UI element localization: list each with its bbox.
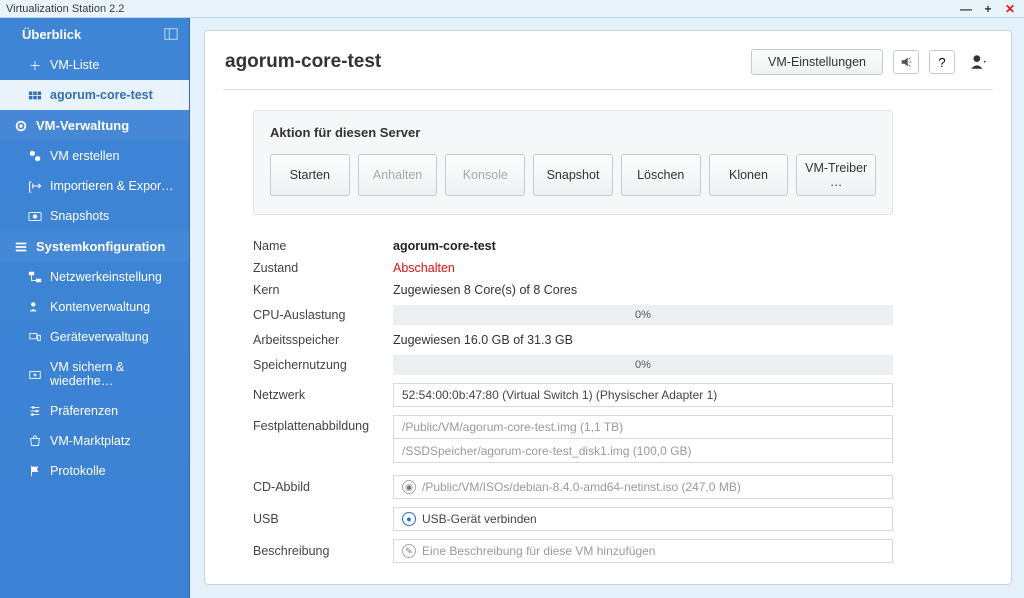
users-icon — [28, 300, 42, 314]
server-actions-panel: Aktion für diesen Server Starten Anhalte… — [253, 110, 893, 215]
help-icon[interactable]: ? — [929, 50, 955, 74]
store-icon — [28, 434, 42, 448]
sidebar-item-network[interactable]: Netzwerkeinstellung — [0, 262, 189, 292]
start-button[interactable]: Starten — [270, 154, 350, 196]
plus-icon: ＋ — [28, 58, 42, 72]
label-mem-use: Speichernutzung — [253, 358, 393, 372]
backup-icon — [28, 367, 42, 381]
devices-icon — [28, 330, 42, 344]
vm-details: Nameagorum-core-test ZustandAbschalten K… — [253, 239, 893, 563]
label-mem-alloc: Arbeitsspeicher — [253, 333, 393, 347]
prefs-icon — [28, 404, 42, 418]
value-state: Abschalten — [393, 261, 893, 275]
sidebar-item-vm-create[interactable]: VM erstellen — [0, 141, 189, 171]
sidebar-section-vm-mgmt[interactable]: VM-Verwaltung — [0, 110, 189, 141]
delete-button[interactable]: Löschen — [621, 154, 701, 196]
label-cd: CD-Abbild — [253, 480, 393, 494]
sidebar-item-agorum-core-test[interactable]: agorum-core-test — [0, 80, 189, 110]
pencil-icon: ✎ — [402, 544, 416, 558]
snapshot-button[interactable]: Snapshot — [533, 154, 613, 196]
close-icon[interactable]: ✕ — [1004, 3, 1016, 15]
usb-field[interactable]: ●USB-Gerät verbinden — [393, 507, 893, 531]
minimize-icon[interactable]: — — [960, 3, 972, 15]
value-core: Zugewiesen 8 Core(s) of 8 Cores — [393, 283, 893, 297]
label-state: Zustand — [253, 261, 393, 275]
window-titlebar: Virtualization Station 2.2 — + ✕ — [0, 0, 1024, 18]
description-field[interactable]: ✎Eine Beschreibung für diese VM hinzufüg… — [393, 539, 893, 563]
value-mem-alloc: Zugewiesen 16.0 GB of 31.3 GB — [393, 333, 893, 347]
label-desc: Beschreibung — [253, 544, 393, 558]
flag-icon — [28, 464, 42, 478]
create-icon — [28, 149, 42, 163]
disk-image-2[interactable]: /SSDSpeicher/agorum-core-test_disk1.img … — [393, 439, 893, 463]
snapshot-icon — [28, 209, 42, 223]
cd-image-field[interactable]: ◉/Public/VM/ISOs/debian-8.4.0-amd64-neti… — [393, 475, 893, 499]
gear-icon — [14, 119, 28, 133]
network-field[interactable]: 52:54:00:0b:47:80 (Virtual Switch 1) (Ph… — [393, 383, 893, 407]
page-title: agorum-core-test — [225, 51, 381, 73]
sidebar-item-marketplace[interactable]: VM-Marktplatz — [0, 426, 189, 456]
window-title: Virtualization Station 2.2 — [6, 3, 124, 15]
label-network: Netzwerk — [253, 388, 393, 402]
network-icon — [28, 270, 42, 284]
sidebar-item-logs[interactable]: Protokolle — [0, 456, 189, 486]
disc-icon: ◉ — [402, 480, 416, 494]
disk-image-1[interactable]: /Public/VM/agorum-core-test.img (1,1 TB) — [393, 415, 893, 439]
import-export-icon: [↦ — [28, 179, 42, 193]
sidebar: Überblick ＋ VM-Liste agorum-core-test — [0, 18, 190, 598]
sidebar-item-vm-list[interactable]: ＋ VM-Liste — [0, 50, 189, 80]
sidebar-item-backup[interactable]: VM sichern & wiederhe… — [0, 352, 189, 396]
user-menu-icon[interactable] — [965, 50, 991, 74]
clone-button[interactable]: Klonen — [709, 154, 789, 196]
usb-icon: ● — [402, 512, 416, 526]
label-name: Name — [253, 239, 393, 253]
sidebar-section-sysconf[interactable]: Systemkonfiguration — [0, 231, 189, 262]
sidebar-collapse-icon[interactable] — [163, 26, 179, 42]
label-usb: USB — [253, 512, 393, 526]
sliders-icon — [14, 240, 28, 254]
sidebar-item-accounts[interactable]: Kontenverwaltung — [0, 292, 189, 322]
console-button: Konsole — [445, 154, 525, 196]
mem-usage-bar: 0% — [393, 355, 893, 375]
label-core: Kern — [253, 283, 393, 297]
sidebar-item-prefs[interactable]: Präferenzen — [0, 396, 189, 426]
label-cpu: CPU-Auslastung — [253, 308, 393, 322]
label-disk: Festplattenabbildung — [253, 415, 393, 433]
maximize-icon[interactable]: + — [982, 3, 994, 15]
pause-button: Anhalten — [358, 154, 438, 196]
actions-title: Aktion für diesen Server — [270, 125, 876, 140]
cpu-usage-bar: 0% — [393, 305, 893, 325]
vm-tile-icon — [28, 88, 42, 102]
value-name: agorum-core-test — [393, 239, 893, 253]
sidebar-item-overview[interactable]: Überblick — [0, 18, 189, 50]
vm-drivers-button[interactable]: VM-Treiber … — [796, 154, 876, 196]
vm-settings-button[interactable]: VM-Einstellungen — [751, 49, 883, 75]
sidebar-item-devices[interactable]: Geräteverwaltung — [0, 322, 189, 352]
sound-icon[interactable] — [893, 50, 919, 74]
sidebar-item-snapshots[interactable]: Snapshots — [0, 201, 189, 231]
sidebar-item-import-export[interactable]: [↦ Importieren & Expor… — [0, 171, 189, 201]
